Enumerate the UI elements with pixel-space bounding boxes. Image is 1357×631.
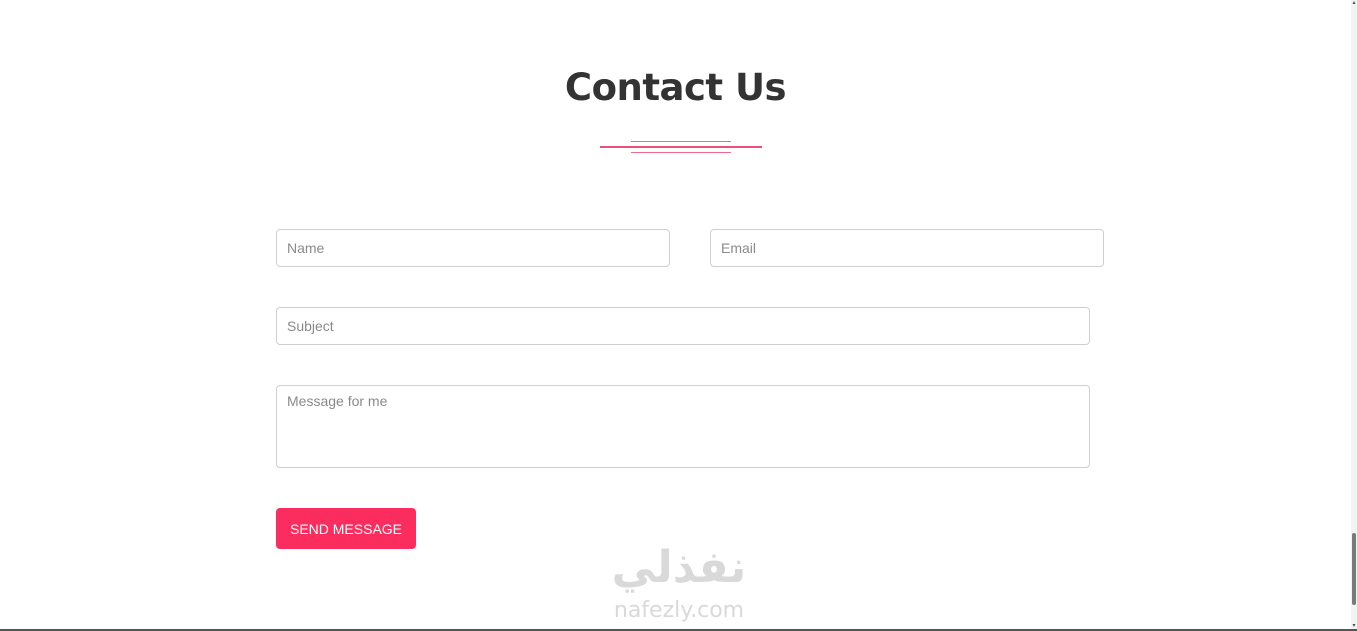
message-field[interactable] (276, 385, 1090, 468)
name-field[interactable] (276, 229, 670, 267)
divider-line-bottom (631, 152, 731, 153)
page-title: Contact Us (564, 66, 787, 109)
divider-line-main (600, 146, 762, 148)
nafezly-watermark-logo: نفذلي nafezly.com (596, 540, 762, 631)
watermark-arabic-text: نفذلي (611, 542, 747, 593)
divider-line-top (631, 141, 731, 142)
contact-page: Contact Us SEND MESSAGE نفذلي nafezly.co… (0, 0, 1357, 631)
watermark-latin-text: nafezly.com (613, 598, 745, 623)
scrollbar-thumb[interactable] (1352, 533, 1356, 605)
subject-field[interactable] (276, 307, 1090, 345)
page-scrollbar[interactable]: ▴ ▾ (1351, 0, 1357, 631)
email-field[interactable] (710, 229, 1104, 267)
chevron-up-icon[interactable]: ▴ (1351, 0, 1357, 6)
send-message-button[interactable]: SEND MESSAGE (276, 508, 416, 549)
title-divider (600, 140, 762, 156)
